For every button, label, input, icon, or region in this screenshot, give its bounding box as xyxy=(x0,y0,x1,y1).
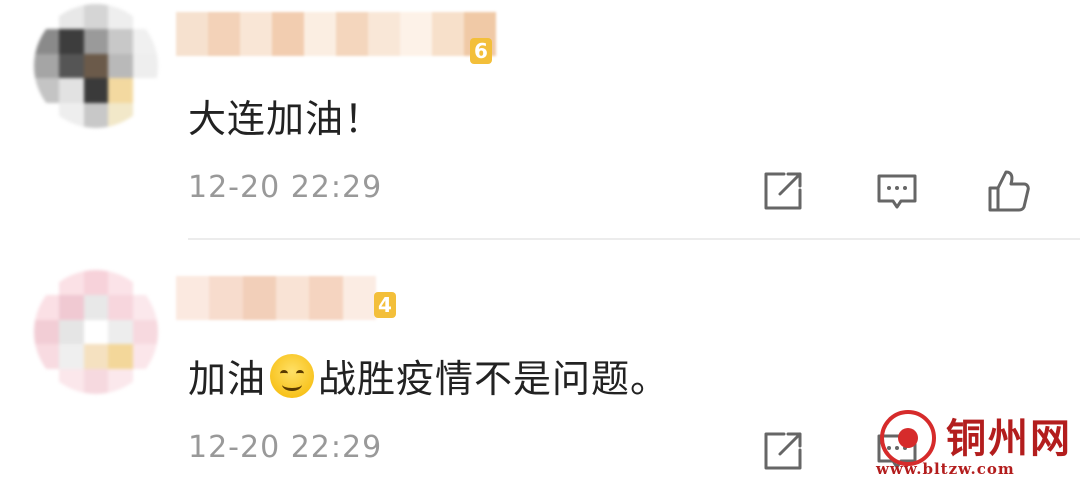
timestamp: 12-20 22:29 xyxy=(188,430,383,465)
username-blurred[interactable] xyxy=(176,12,496,56)
comment-actions xyxy=(760,168,1040,212)
comment-text-part: 战胜疫情不是问题。 xyxy=(318,357,670,401)
comment-text: 大连加油！ xyxy=(188,97,384,141)
watermark-name: 铜州网 xyxy=(946,415,1072,462)
thumbs-up-icon[interactable] xyxy=(986,168,1032,214)
comment-text-part: 加油 xyxy=(188,357,267,401)
watermark-seal-icon xyxy=(880,410,936,466)
username-blurred[interactable] xyxy=(176,276,376,320)
timestamp: 12-20 22:29 xyxy=(188,170,383,205)
comment-item: 6 大连加油！ 12-20 22:29 xyxy=(0,0,1080,240)
share-icon[interactable] xyxy=(760,168,806,214)
comment-icon[interactable] xyxy=(874,168,920,214)
site-watermark: 铜州网 www.bltzw.com xyxy=(874,408,1074,482)
level-badge: 4 xyxy=(374,292,396,318)
level-badge: 6 xyxy=(470,38,492,64)
smiling-face-emoji-icon xyxy=(270,353,315,398)
watermark-url: www.bltzw.com xyxy=(876,460,1015,478)
avatar[interactable] xyxy=(34,4,158,128)
comment-text: 加油 战胜疫情不是问题。 xyxy=(188,348,669,403)
share-icon[interactable] xyxy=(760,428,806,474)
avatar[interactable] xyxy=(34,270,158,394)
